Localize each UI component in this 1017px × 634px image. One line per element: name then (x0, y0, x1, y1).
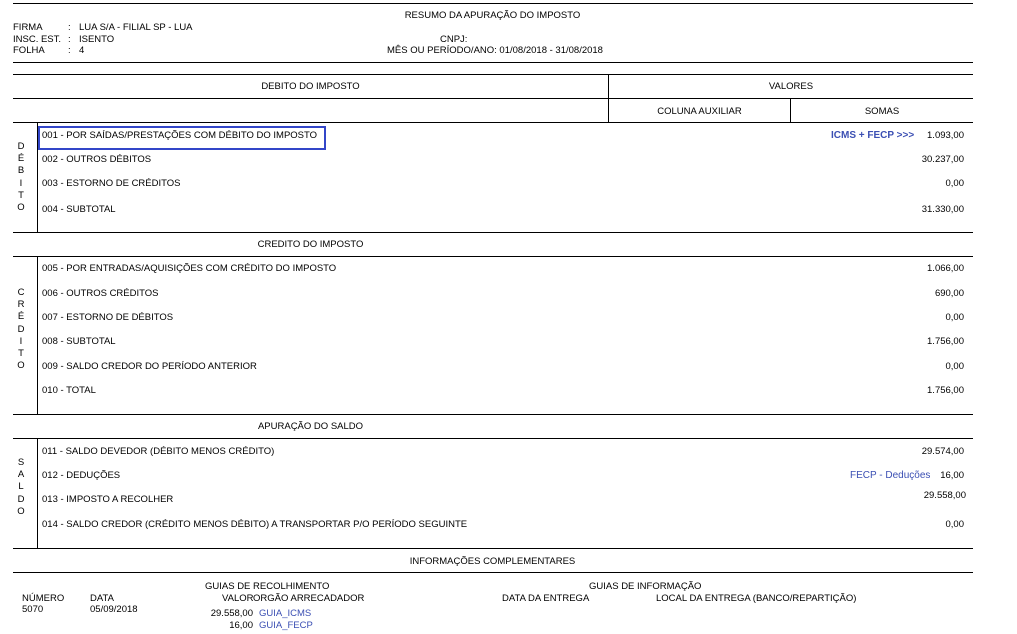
info-header: INFORMAÇÕES COMPLEMENTARES (409, 556, 576, 567)
credito-side-divider (37, 256, 38, 414)
rule-232 (13, 232, 973, 233)
cnpj-label: CNPJ: (440, 34, 468, 45)
guias-recolhimento-header: GUIAS DE RECOLHIMENTO (205, 581, 330, 592)
row-001-value: 1.093,00 (927, 130, 964, 141)
row-007-label: 007 - ESTORNO DE DÉBITOS (42, 312, 174, 323)
row-013-value: 29.558,00 (923, 490, 966, 501)
periodo-text: MÊS OU PERÍODO/ANO: 01/08/2018 - 31/08/2… (387, 45, 603, 56)
data-value: 05/09/2018 (90, 604, 138, 615)
row-008-label: 008 - SUBTOTAL (42, 336, 116, 347)
row-014-label: 014 - SALDO CREDOR (CRÉDITO MENOS DÉBITO… (42, 519, 468, 530)
row-014-value: 0,00 (945, 519, 965, 530)
numero-value: 5070 (22, 604, 44, 615)
folha-colon: : (68, 45, 71, 56)
rule-548 (13, 548, 973, 549)
guia-icms-valor: 29.558,00 (210, 608, 253, 619)
header-rule-2 (13, 74, 973, 75)
row-003-value: 0,00 (945, 178, 965, 189)
local-entrega-label: LOCAL DA ENTREGA (BANCO/REPARTIÇÃO) (656, 593, 857, 604)
rule-256 (13, 256, 973, 257)
saldo-side-label: SALDO (17, 457, 25, 517)
row-009-value: 0,00 (945, 361, 965, 372)
folha-value: 4 (79, 45, 85, 56)
guia-icms-link[interactable]: GUIA_ICMS (259, 608, 311, 619)
row-002-label: 002 - OUTROS DÉBITOS (42, 154, 152, 165)
firma-colon: : (68, 22, 71, 33)
row-012-label: 012 - DEDUÇÕES (42, 470, 121, 481)
somas-header: SOMAS (864, 106, 900, 117)
insc-value: ISENTO (79, 34, 115, 45)
row-009-label: 009 - SALDO CREDOR DO PERÍODO ANTERIOR (42, 361, 257, 372)
firma-value: LUA S/A - FILIAL SP - LUA (79, 22, 193, 33)
firma-label: FIRMA (13, 22, 43, 33)
data-entrega-label: DATA DA ENTREGA (502, 593, 590, 604)
row-008-value: 1.756,00 (927, 336, 964, 347)
insc-label: INSC. EST. (13, 34, 62, 45)
guia-fecp-link[interactable]: GUIA_FECP (259, 620, 313, 631)
row-003-label: 003 - ESTORNO DE CRÉDITOS (42, 178, 181, 189)
row-012-value: 16,00 (940, 470, 964, 481)
row-006-value: 690,00 (934, 288, 964, 299)
rule-122 (13, 122, 973, 123)
credito-side-label: CRÉDITO (17, 287, 25, 372)
row-011-value: 29.574,00 (921, 446, 964, 457)
guia-fecp-valor: 16,00 (229, 620, 253, 631)
debito-side-label: DÉBITO (17, 141, 25, 214)
row-013-label: 013 - IMPOSTO A RECOLHER (42, 494, 174, 505)
rule-572 (13, 572, 973, 573)
row-010-label: 010 - TOTAL (42, 385, 96, 396)
row-004-label: 004 - SUBTOTAL (42, 204, 116, 215)
coluna-auxiliar-header: COLUNA AUXILIAR (657, 106, 742, 117)
row-005-value: 1.066,00 (927, 263, 964, 274)
row-002-value: 30.237,00 (921, 154, 964, 165)
row-001-label[interactable]: 001 - POR SAÍDAS/PRESTAÇÕES COM DÉBITO D… (42, 130, 317, 141)
valores-header: VALORES (768, 81, 814, 92)
insc-colon: : (68, 34, 71, 45)
saldo-header: APURAÇÃO DO SALDO (257, 421, 364, 432)
row-011-label: 011 - SALDO DEVEDOR (DÉBITO MENOS CRÉDIT… (42, 446, 275, 457)
folha-label: FOLHA (13, 45, 45, 56)
saldo-side-divider (37, 438, 38, 548)
header-rule-1 (13, 62, 973, 63)
debito-header: DEBITO DO IMPOSTO (261, 81, 360, 92)
top-rule (13, 3, 973, 4)
report-title: RESUMO DA APURAÇÃO DO IMPOSTO (404, 10, 581, 21)
valor-label: VALOR (222, 593, 254, 604)
guias-informacao-header: GUIAS DE INFORMAÇÃO (589, 581, 702, 592)
row-010-value: 1.756,00 (927, 385, 964, 396)
rule-414 (13, 414, 973, 415)
numero-label: NÚMERO (22, 593, 65, 604)
orgao-label: ORGÃO ARRECADADOR (253, 593, 365, 604)
data-label: DATA (90, 593, 114, 604)
row-006-label: 006 - OUTROS CRÉDITOS (42, 288, 159, 299)
row-005-label: 005 - POR ENTRADAS/AQUISIÇÕES COM CRÉDIT… (42, 263, 337, 274)
credito-header: CREDITO DO IMPOSTO (257, 239, 364, 250)
row-007-value: 0,00 (945, 312, 965, 323)
rule-98 (13, 98, 973, 99)
row-004-value: 31.330,00 (921, 204, 964, 215)
rule-438 (13, 438, 973, 439)
